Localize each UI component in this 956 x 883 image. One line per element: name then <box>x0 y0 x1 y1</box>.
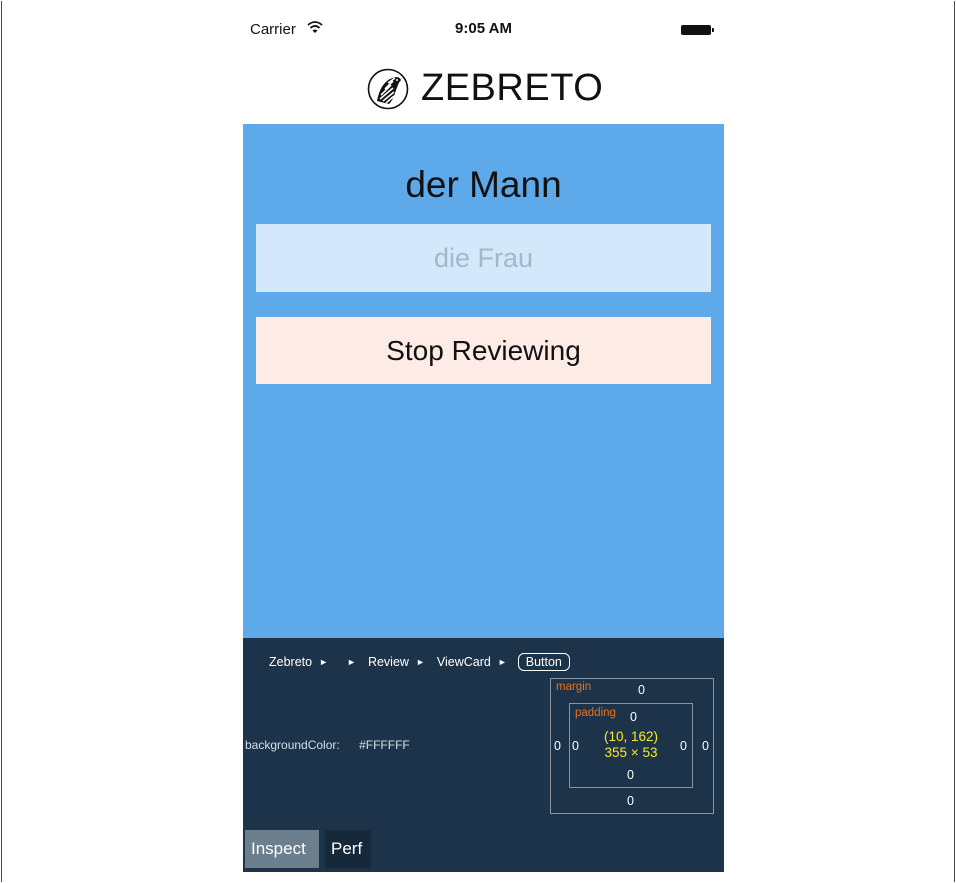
logo: ZEBRETO <box>367 67 603 110</box>
property-value: #FFFFFF <box>359 738 410 752</box>
breadcrumb-item-button[interactable]: Button <box>517 653 570 671</box>
battery-icon <box>681 25 714 35</box>
box-model: margin 0 0 0 0 padding 0 0 0 0 (10, 162)… <box>550 678 714 814</box>
zebra-logo-icon <box>367 68 409 109</box>
padding-top-value: 0 <box>630 710 637 724</box>
margin-label: margin <box>556 681 592 693</box>
margin-top-value: 0 <box>638 683 645 697</box>
app-header: ZEBRETO <box>243 60 724 118</box>
style-property: backgroundColor: #FFFFFF <box>245 738 410 752</box>
chevron-right-icon: ► <box>415 657 425 667</box>
clock: 9:05 AM <box>455 20 512 37</box>
card-word: der Mann <box>405 164 562 205</box>
breadcrumb: Zebreto ► ► Review ► ViewCard ► Button <box>266 653 570 671</box>
margin-bottom-value: 0 <box>627 794 634 808</box>
breadcrumb-item-viewcard[interactable]: ViewCard <box>434 655 494 669</box>
inspector-tabs: Inspect Perf <box>245 830 371 868</box>
phone-screen: Carrier 9:05 AM ZEBRETO der Mann Stop Re… <box>243 0 724 872</box>
element-size: 355 × 53 <box>604 745 658 760</box>
element-geometry: (10, 162) 355 × 53 <box>570 729 692 761</box>
chevron-right-icon: ► <box>319 657 329 667</box>
chevron-right-icon: ► <box>347 657 356 667</box>
stop-reviewing-button[interactable]: Stop Reviewing <box>256 317 711 384</box>
property-name: backgroundColor: <box>245 738 340 752</box>
padding-bottom-value: 0 <box>627 768 634 782</box>
padding-box: padding 0 0 0 0 (10, 162) 355 × 53 <box>569 703 693 788</box>
padding-label: padding <box>575 707 616 719</box>
breadcrumb-item-review[interactable]: Review <box>365 655 412 669</box>
answer-input[interactable] <box>256 224 711 292</box>
review-card: der Mann Stop Reviewing <box>243 124 724 638</box>
margin-right-value: 0 <box>702 739 709 753</box>
inspector-panel: Zebreto ► ► Review ► ViewCard ► Button b… <box>243 638 724 872</box>
tab-perf[interactable]: Perf <box>325 830 371 868</box>
app-title: ZEBRETO <box>421 67 604 109</box>
element-position: (10, 162) <box>603 729 659 744</box>
chevron-right-icon: ► <box>497 657 507 667</box>
margin-left-value: 0 <box>554 739 561 753</box>
status-bar: Carrier 9:05 AM <box>243 0 724 40</box>
breadcrumb-item-zebreto[interactable]: Zebreto <box>266 655 315 669</box>
tab-inspect[interactable]: Inspect <box>245 830 319 868</box>
